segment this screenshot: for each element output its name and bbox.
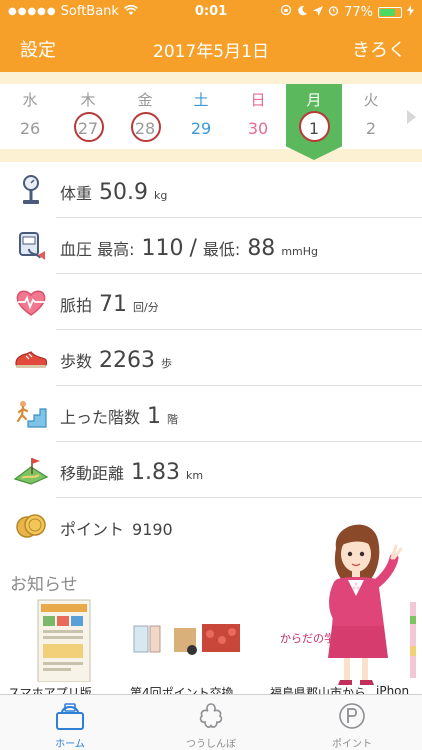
day-number: 28 — [134, 119, 156, 138]
metric-value-low: 88 — [247, 236, 276, 261]
day-of-week: 水 — [22, 91, 38, 109]
day-number: 30 — [247, 119, 269, 138]
metric-row-weight[interactable]: 体重 50.9 kg — [0, 162, 422, 218]
news-item-1[interactable]: スマホアプリ版 — [8, 596, 120, 694]
metric-unit: 階 — [167, 413, 179, 426]
calendar-day-sat[interactable]: 土 29 — [173, 84, 229, 150]
day-of-week: 土 — [193, 91, 209, 109]
day-number: 2 — [365, 119, 377, 138]
alarm-icon — [328, 5, 339, 20]
metric-label-low: 最低: — [202, 240, 241, 259]
metric-value: 50.9 — [99, 180, 148, 205]
charging-bolt-icon — [407, 4, 414, 20]
metric-value: 2263 — [99, 348, 156, 373]
calendar-top-band — [0, 72, 422, 84]
calendar-day-tue[interactable]: 火 2 — [343, 84, 399, 150]
status-bar: ●●●●● SoftBank 0:01 77% — [0, 0, 422, 22]
news-section-title: お知らせ — [10, 575, 78, 595]
mascot-character — [322, 518, 422, 688]
metric-value: 1.83 — [131, 460, 180, 485]
tab-label: つうしんぼ — [186, 739, 236, 750]
pulse-text: 脈拍 71 回/分 — [60, 274, 159, 330]
news-caption: 第4回ポイント交換 — [130, 686, 234, 694]
blood-pressure-text: 血圧 最高: 110 / 最低: 88 mmHg — [60, 218, 318, 274]
calendar-day-mon-selected[interactable]: 月 1 — [286, 84, 342, 160]
metric-label: 脈拍 — [60, 296, 93, 315]
metric-unit: kg — [154, 189, 168, 202]
metric-row-floors[interactable]: 上った階数 1 階 — [0, 386, 422, 442]
moon-icon — [297, 5, 308, 20]
floors-text: 上った階数 1 階 — [60, 386, 178, 442]
metric-row-steps[interactable]: 歩数 2263 歩 — [0, 330, 422, 386]
metric-row-blood-pressure[interactable]: 血圧 最高: 110 / 最低: 88 mmHg — [0, 218, 422, 274]
distance-text: 移動距離 1.83 km — [60, 442, 203, 498]
metric-unit: mmHg — [281, 245, 318, 258]
heart-pulse-icon — [14, 285, 48, 319]
metric-unit: 回/分 — [133, 301, 159, 314]
day-of-week: 日 — [250, 91, 266, 109]
navigation-bar: 設定 2017年5月1日 きろく — [0, 22, 422, 72]
day-number: 27 — [77, 119, 99, 138]
news-thumbnail — [8, 596, 120, 686]
metric-value-high: 110 — [141, 236, 184, 261]
record-button[interactable]: きろく — [352, 36, 406, 62]
stairs-icon — [14, 397, 48, 431]
metric-label: ポイント — [60, 520, 125, 539]
metric-label: 上った階数 — [60, 408, 141, 427]
tab-home[interactable]: ホーム — [0, 695, 140, 750]
metric-unit: 歩 — [161, 357, 173, 370]
tab-report-card[interactable]: つうしんぼ — [141, 695, 281, 750]
coin-icon — [14, 509, 48, 543]
tab-points[interactable]: ポイント — [282, 695, 422, 750]
news-thumbnail — [130, 596, 242, 686]
location-arrow-icon — [313, 5, 324, 20]
tab-bar: ホーム つうしんぼ ポイント — [0, 694, 422, 750]
map-flag-icon — [13, 453, 49, 487]
sneaker-icon — [14, 341, 48, 375]
calendar-day-fri[interactable]: 金 28 — [117, 84, 173, 150]
metric-value: 9190 — [132, 520, 173, 539]
day-number: 26 — [19, 119, 41, 138]
point-coin-icon — [335, 701, 369, 731]
flower-icon — [194, 701, 228, 731]
day-of-week: 金 — [137, 91, 153, 109]
news-item-2[interactable]: 第4回ポイント交換 — [130, 596, 242, 694]
day-number: 29 — [190, 119, 212, 138]
day-of-week: 月 — [306, 91, 322, 109]
steps-text: 歩数 2263 歩 — [60, 330, 172, 386]
calendar-bottom-band — [0, 149, 422, 162]
battery-icon — [378, 6, 402, 18]
metric-unit: km — [186, 469, 204, 482]
home-scale-icon — [53, 701, 87, 731]
metric-label: 血圧 最高: — [60, 240, 135, 259]
metric-value: 1 — [147, 404, 162, 429]
metric-row-pulse[interactable]: 脈拍 71 回/分 — [0, 274, 422, 330]
next-week-arrow-icon[interactable] — [407, 110, 416, 124]
calendar-day-wed[interactable]: 水 26 — [2, 84, 58, 150]
calendar-day-sun[interactable]: 日 30 — [230, 84, 286, 150]
status-right: 77% — [280, 4, 414, 20]
news-caption: スマホアプリ版 — [8, 686, 92, 694]
tab-label: ポイント — [332, 739, 372, 750]
day-of-week: 木 — [80, 91, 96, 109]
rotation-lock-icon — [280, 4, 292, 20]
blood-pressure-monitor-icon — [14, 229, 48, 263]
week-calendar: 水 26 木 27 金 28 土 29 日 30 月 1 火 2 — [0, 72, 422, 162]
metric-label: 体重 — [60, 184, 93, 203]
metric-label: 移動距離 — [60, 464, 125, 483]
value-separator: / — [189, 236, 197, 261]
points-text: ポイント 9190 — [60, 498, 173, 554]
tab-label: ホーム — [55, 739, 85, 750]
metric-label: 歩数 — [60, 352, 93, 371]
metric-row-distance[interactable]: 移動距離 1.83 km — [0, 442, 422, 498]
calendar-day-thu[interactable]: 木 27 — [60, 84, 116, 150]
weight-text: 体重 50.9 kg — [60, 162, 167, 218]
metric-value: 71 — [99, 292, 128, 317]
battery-percent: 77% — [344, 4, 373, 20]
top-bar: ●●●●● SoftBank 0:01 77% 設定 2017年5月1日 きろく — [0, 0, 422, 72]
scale-icon — [14, 173, 48, 207]
day-number: 1 — [308, 119, 320, 138]
day-of-week: 火 — [363, 91, 379, 109]
